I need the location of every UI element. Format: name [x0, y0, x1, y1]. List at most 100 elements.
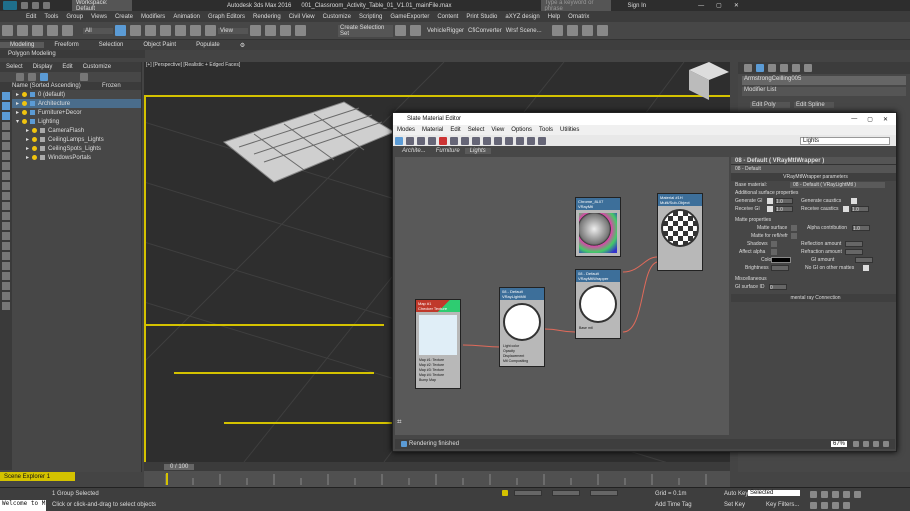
menu-graph-editors[interactable]: Graph Editors: [208, 14, 245, 20]
render-frame-icon[interactable]: [581, 25, 593, 36]
move-icon[interactable]: [175, 25, 186, 36]
node-checker-map[interactable]: Map #1 Checker Texture Map #1: Texture Ma…: [415, 299, 461, 389]
generate-caustics-checkbox[interactable]: [851, 198, 857, 204]
receive-caustics-value[interactable]: 1.0: [851, 206, 869, 213]
rectangle-selection-icon[interactable]: [145, 25, 156, 36]
open-file-icon[interactable]: [32, 2, 39, 9]
named-selection-dropdown[interactable]: Create Selection Set: [338, 24, 393, 37]
angle-snap-icon[interactable]: [280, 25, 291, 36]
sme-zoom-icon[interactable]: [863, 441, 869, 447]
expand-arrow-icon[interactable]: ▾: [16, 118, 19, 125]
bind-space-warp-icon[interactable]: [62, 25, 73, 36]
rotate-icon[interactable]: [190, 25, 201, 36]
select-by-name-icon[interactable]: [130, 25, 141, 36]
sme-menu-tools[interactable]: Tools: [539, 127, 553, 133]
pivot-icon[interactable]: [250, 25, 261, 36]
sme-delete-icon[interactable]: [439, 136, 447, 145]
expand-arrow-icon[interactable]: ▸: [16, 91, 19, 98]
sme-select-tool-icon[interactable]: [395, 136, 403, 145]
ribbon-tab-freeform[interactable]: Freeform: [44, 42, 88, 48]
explorer-filter-icon[interactable]: [2, 112, 10, 120]
maximize-window-icon[interactable]: ▢: [716, 2, 722, 9]
affect-alpha-checkbox[interactable]: [771, 249, 777, 255]
matte-surface-checkbox[interactable]: [791, 225, 797, 231]
select-all-icon[interactable]: [40, 73, 48, 81]
z-coord-field[interactable]: [590, 490, 618, 496]
visibility-bulb-icon[interactable]: [22, 92, 28, 97]
add-time-tag-button[interactable]: Add Time Tag: [655, 502, 692, 508]
tree-item[interactable]: ▸ WindowsPortals: [12, 153, 141, 162]
generate-gi-checkbox[interactable]: [767, 198, 773, 204]
sme-move-children-icon[interactable]: [450, 136, 458, 145]
link-icon[interactable]: [32, 25, 43, 36]
set-key-button[interactable]: Set Key: [724, 502, 745, 508]
x-coord-field[interactable]: [514, 490, 542, 496]
menu-views[interactable]: Views: [91, 14, 107, 20]
tree-item[interactable]: ▸ CeilingLamps_Lights: [12, 135, 141, 144]
sme-view-tab[interactable]: Furniture: [431, 148, 465, 154]
explorer-menu-customize[interactable]: Customize: [83, 64, 111, 70]
explorer-filter-icon[interactable]: [2, 222, 10, 230]
sme-assign-material-icon[interactable]: [428, 136, 436, 145]
utilities-tab-icon[interactable]: [804, 64, 812, 72]
col-name-header[interactable]: Name (Sorted Ascending): [12, 83, 102, 89]
sme-zoom-extents-icon[interactable]: [873, 441, 879, 447]
sme-zoom-region-icon[interactable]: [883, 441, 889, 447]
visibility-bulb-icon[interactable]: [32, 146, 38, 151]
explorer-filter-icon[interactable]: [2, 202, 10, 210]
expand-arrow-icon[interactable]: ▸: [26, 127, 29, 134]
sme-pan-icon[interactable]: [853, 441, 859, 447]
tree-item[interactable]: ▾ Lighting: [12, 117, 141, 126]
visibility-bulb-icon[interactable]: [32, 155, 38, 160]
prev-frame-icon[interactable]: [821, 491, 828, 498]
reference-coord-dropdown[interactable]: View: [218, 27, 248, 34]
select-object-icon[interactable]: [115, 25, 126, 36]
track-bar[interactable]: [144, 471, 730, 487]
expand-arrow-icon[interactable]: ▸: [26, 154, 29, 161]
explorer-filter-icon[interactable]: [2, 232, 10, 240]
sme-view-tab[interactable]: Lights: [464, 148, 491, 154]
new-file-icon[interactable]: [21, 2, 28, 9]
save-icon[interactable]: [43, 2, 50, 9]
workspace-dropdown[interactable]: Workspace: Default: [72, 0, 132, 12]
plugin-wrsf[interactable]: Wrsf Scene...: [506, 28, 542, 34]
explorer-filter-icon[interactable]: [2, 192, 10, 200]
explorer-filter-icon[interactable]: [2, 92, 10, 100]
menu-animation[interactable]: Animation: [173, 14, 200, 20]
snap-icon[interactable]: [265, 25, 276, 36]
explorer-filter-icon[interactable]: [2, 122, 10, 130]
sme-zoom-field[interactable]: 67%: [830, 441, 847, 447]
sme-material-map-icon[interactable]: [516, 136, 524, 145]
align-icon[interactable]: [410, 25, 421, 36]
orbit-icon[interactable]: [821, 502, 828, 509]
explorer-filter-icon[interactable]: [2, 132, 10, 140]
plugin-cficonverter[interactable]: CfiConverter: [468, 28, 502, 34]
explorer-menu-select[interactable]: Select: [6, 64, 23, 70]
menu-edit[interactable]: Edit: [26, 14, 36, 20]
color-swatch[interactable]: [771, 257, 791, 263]
scale-icon[interactable]: [205, 25, 216, 36]
render-setup-icon[interactable]: [566, 25, 578, 36]
modifier-list-dropdown[interactable]: Modifier List: [742, 87, 906, 96]
sme-close-icon[interactable]: ✕: [883, 116, 888, 123]
mirror-icon[interactable]: [395, 25, 406, 36]
brightness-value[interactable]: [771, 265, 789, 271]
sme-layout-children-icon[interactable]: [505, 136, 513, 145]
time-slider-handle[interactable]: 0 / 100: [164, 463, 195, 470]
expand-arrow-icon[interactable]: ▸: [16, 100, 19, 107]
sme-view-tab[interactable]: Archite...: [397, 148, 431, 154]
sme-show-background-icon[interactable]: [483, 136, 491, 145]
rollout-mental-ray[interactable]: mental ray Connection: [790, 295, 840, 301]
next-frame-icon[interactable]: [843, 491, 850, 498]
menu-civil-view[interactable]: Civil View: [289, 14, 315, 20]
alpha-contribution-value[interactable]: 1.0: [852, 225, 870, 232]
base-material-button[interactable]: 08 - Default ( VRayLightMtl ): [790, 182, 885, 188]
rollout-wrapper-params[interactable]: VRayMtlWrapper parameters: [783, 174, 848, 180]
edit-spline-button[interactable]: Edit Spline: [794, 102, 834, 108]
edit-poly-button[interactable]: Edit Poly: [750, 102, 790, 108]
modify-tab-icon[interactable]: [756, 64, 764, 72]
gi-surface-id-value[interactable]: 0: [769, 284, 787, 291]
expand-arrow-icon[interactable]: ▸: [26, 136, 29, 143]
goto-end-icon[interactable]: [854, 491, 861, 498]
matte-refl-checkbox[interactable]: [791, 233, 797, 239]
